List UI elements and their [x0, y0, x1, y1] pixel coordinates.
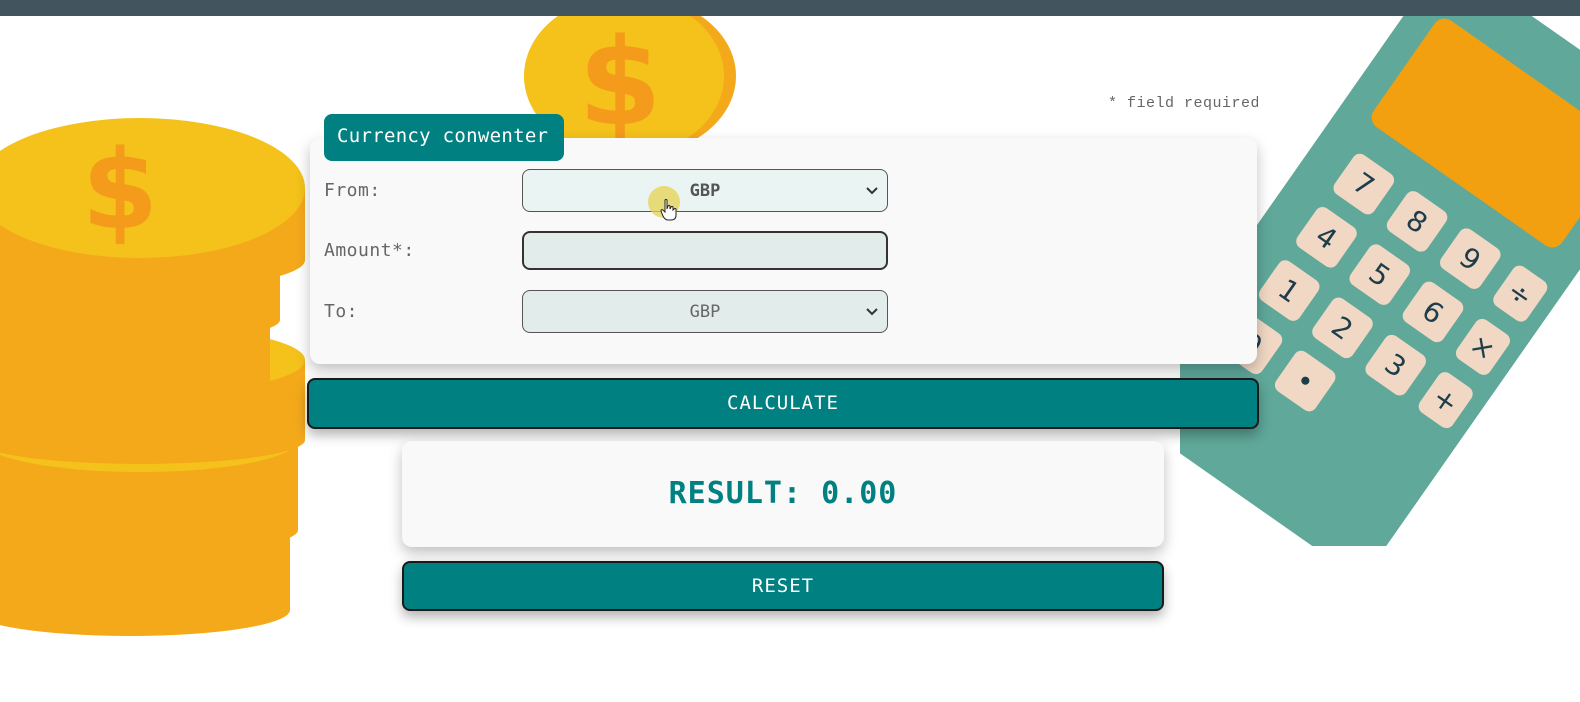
- top-bar: [0, 0, 1580, 16]
- required-field-note: * field required: [1108, 95, 1258, 112]
- converter-title: Currency conwenter: [324, 114, 564, 161]
- svg-text:$: $: [82, 126, 159, 254]
- svg-text:$: $: [578, 16, 662, 146]
- chevron-down-icon: [866, 307, 878, 315]
- from-currency-select[interactable]: GBP: [522, 169, 888, 212]
- reset-button[interactable]: RESET: [402, 561, 1164, 611]
- calculate-button[interactable]: CALCULATE: [307, 378, 1259, 429]
- to-label: To:: [324, 301, 359, 322]
- to-currency-value: GBP: [689, 301, 721, 322]
- chevron-down-icon: [866, 186, 878, 194]
- to-currency-select[interactable]: GBP: [522, 290, 888, 333]
- amount-input[interactable]: [522, 231, 888, 270]
- from-currency-value: GBP: [689, 180, 721, 201]
- converter-form: From: GBP Amount*: To: GBP: [310, 138, 1257, 364]
- result-display: RESULT: 0.00: [402, 441, 1164, 547]
- amount-label: Amount*:: [324, 240, 415, 261]
- result-text: RESULT: 0.00: [668, 476, 898, 511]
- from-label: From:: [324, 180, 381, 201]
- coin-stack-icon: $: [0, 118, 305, 636]
- hand-cursor-icon: [660, 199, 677, 221]
